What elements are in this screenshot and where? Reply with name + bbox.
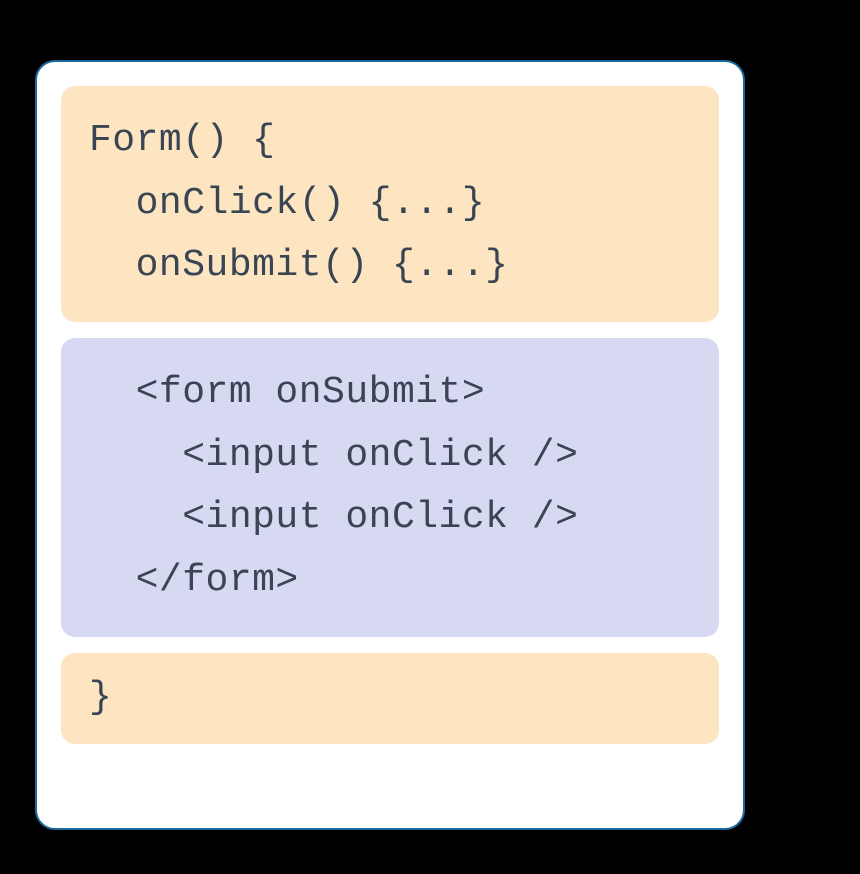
diagram-container: Form() { onClick() {...} onSubmit() {...… <box>35 60 745 830</box>
code-line: onClick() {...} <box>89 173 691 236</box>
code-line: onSubmit() {...} <box>89 235 691 298</box>
code-line: } <box>89 667 691 730</box>
js-code-block-bottom: } <box>61 653 719 744</box>
jsx-code-block: <form onSubmit> <input onClick /> <input… <box>61 338 719 637</box>
code-line: <form onSubmit> <box>89 362 691 425</box>
js-code-block-top: Form() { onClick() {...} onSubmit() {...… <box>61 86 719 322</box>
code-line: </form> <box>89 550 691 613</box>
code-line: Form() { <box>89 110 691 173</box>
code-line: <input onClick /> <box>89 425 691 488</box>
code-line: <input onClick /> <box>89 487 691 550</box>
